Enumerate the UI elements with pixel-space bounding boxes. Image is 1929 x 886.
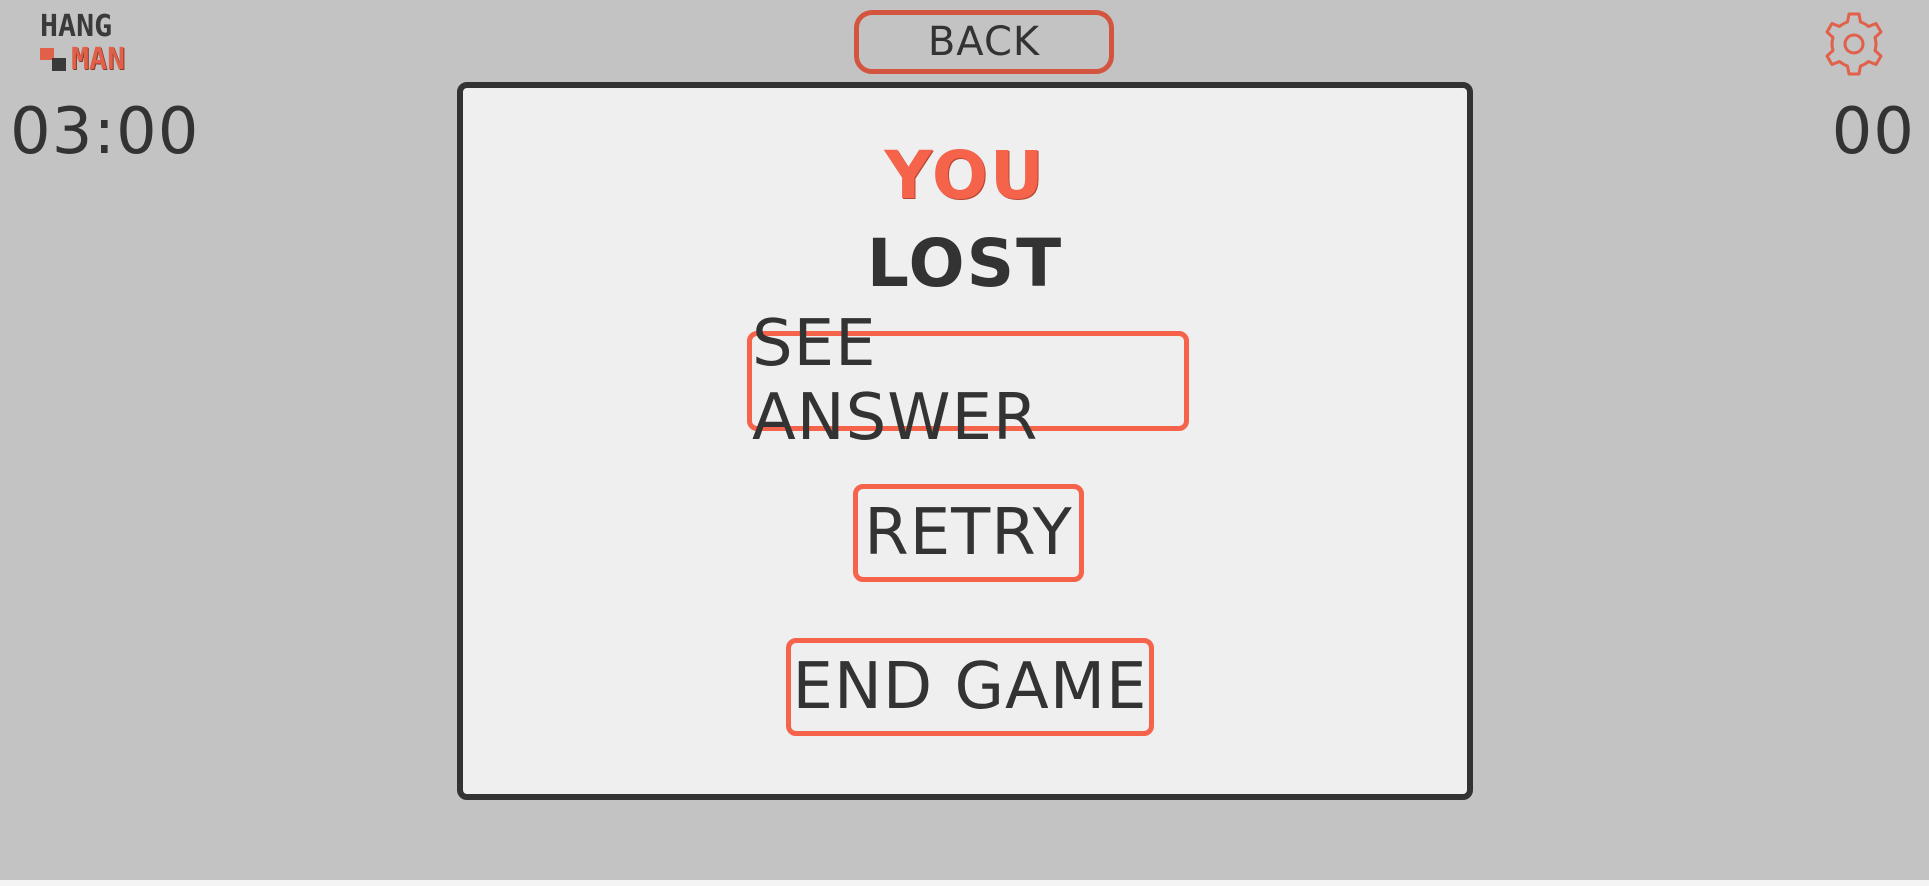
result-title-lost: LOST xyxy=(866,225,1064,302)
countdown-timer: 03:00 xyxy=(10,95,200,169)
result-title-you: YOU xyxy=(884,137,1046,214)
logo-text-bottom: MAN xyxy=(71,42,126,77)
see-answer-button[interactable]: SEE ANSWER xyxy=(747,307,1189,455)
game-over-dialog: YOU LOST SEE ANSWER RETRY END GAME xyxy=(457,82,1473,800)
gear-icon[interactable] xyxy=(1818,8,1890,80)
logo-text-top: HANG xyxy=(40,9,113,44)
end-game-button[interactable]: END GAME xyxy=(786,638,1154,736)
score-counter: 00 xyxy=(1831,95,1915,169)
hangman-logo: HANG MAN xyxy=(38,12,158,78)
game-screen: HANG MAN 03:00 BACK 00 YOU LOST SEE ANSW… xyxy=(0,0,1929,880)
retry-button[interactable]: RETRY xyxy=(853,484,1084,582)
back-button[interactable]: BACK xyxy=(854,10,1114,74)
logo-blocks-icon xyxy=(40,48,72,76)
